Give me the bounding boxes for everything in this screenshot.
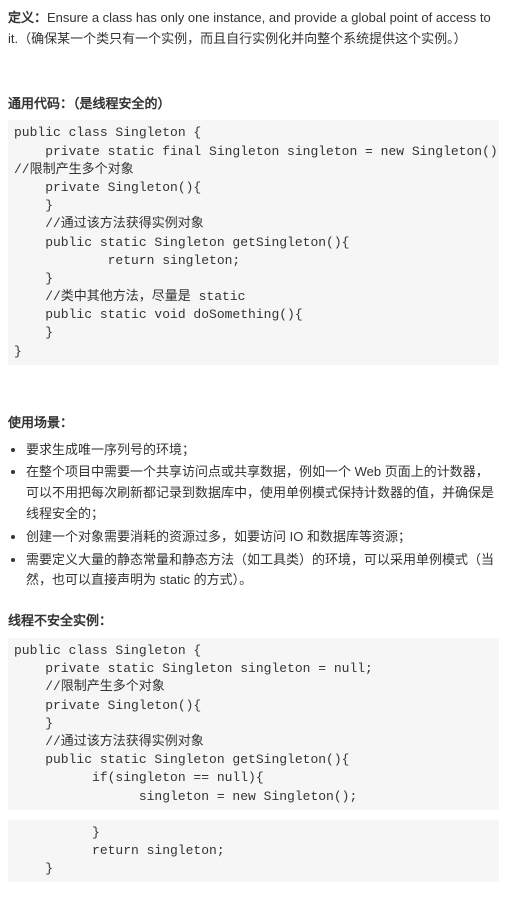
definition-label: 定义： [8, 10, 47, 25]
definition-text: Ensure a class has only one instance, an… [8, 10, 491, 46]
list-item: 需要定义大量的静态常量和静态方法（如工具类）的环境，可以采用单例模式（当然，也可… [26, 550, 499, 592]
definition-paragraph: 定义：Ensure a class has only one instance,… [8, 8, 499, 50]
code-block-unsafe-part1: public class Singleton { private static … [8, 638, 499, 810]
code-block-unsafe-part2: } return singleton; } [8, 820, 499, 883]
list-item: 要求生成唯一序列号的环境； [26, 440, 499, 461]
list-item: 在整个项目中需要一个共享访问点或共享数据，例如一个 Web 页面上的计数器，可以… [26, 462, 499, 524]
list-item: 创建一个对象需要消耗的资源过多，如要访问 IO 和数据库等资源； [26, 527, 499, 548]
usage-list: 要求生成唯一序列号的环境； 在整个项目中需要一个共享访问点或共享数据，例如一个 … [8, 440, 499, 592]
section-title-unsafe: 线程不安全实例： [8, 611, 499, 632]
code-block-threadsafe: public class Singleton { private static … [8, 120, 499, 364]
section-title-usage: 使用场景： [8, 413, 499, 434]
section-title-general-code: 通用代码：（是线程安全的） [8, 94, 499, 115]
